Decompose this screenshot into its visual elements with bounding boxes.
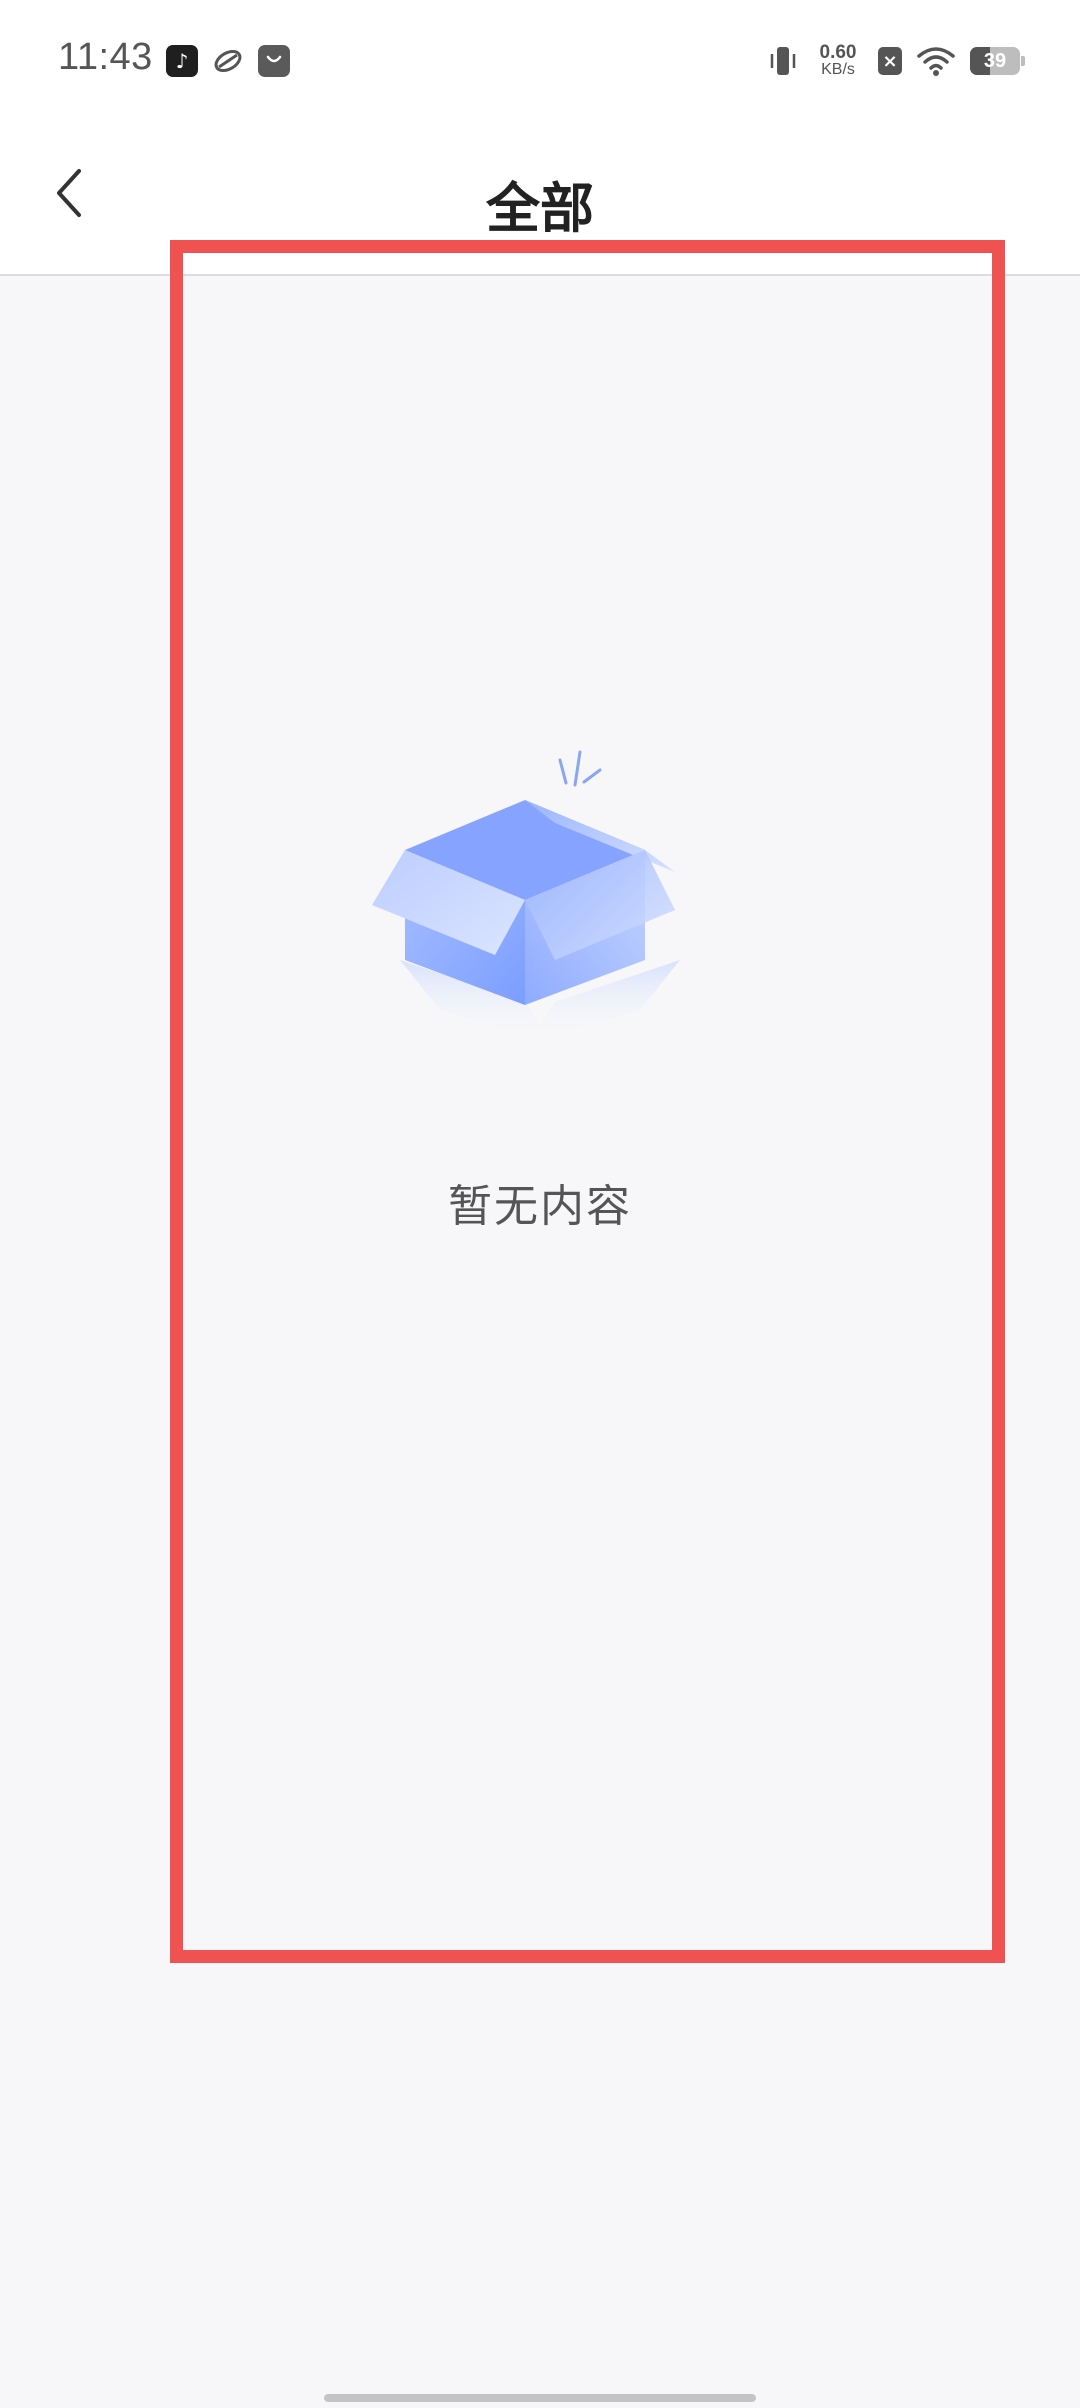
network-speed-value: 0.60: [819, 42, 857, 63]
battery-icon: 39: [970, 47, 1025, 75]
status-bar: 11:43 ♪ 0.60 KB/s × 39: [0, 0, 1080, 130]
tiktok-icon: ♪: [166, 45, 198, 77]
empty-box-icon: [372, 750, 680, 1040]
vibrate-icon: [768, 44, 798, 78]
shopping-bag-icon: [258, 45, 290, 77]
empty-state: 暂无内容: [0, 740, 1080, 1234]
network-speed: 0.60 KB/s: [812, 42, 864, 78]
battery-level: 39: [983, 49, 1007, 72]
network-speed-unit: KB/s: [821, 61, 855, 78]
no-sim-icon: ×: [878, 47, 902, 75]
system-indicators: 0.60 KB/s × 39: [768, 42, 1025, 78]
home-indicator[interactable]: [324, 2394, 756, 2402]
status-time: 11:43: [58, 36, 153, 78]
empty-message: 暂无内容: [448, 1181, 632, 1232]
notification-icons: ♪: [166, 45, 290, 77]
wifi-icon: [916, 45, 956, 77]
navigation-header: 全部: [0, 130, 1080, 276]
game-icon: [212, 45, 244, 77]
page-title: 全部: [486, 177, 594, 240]
